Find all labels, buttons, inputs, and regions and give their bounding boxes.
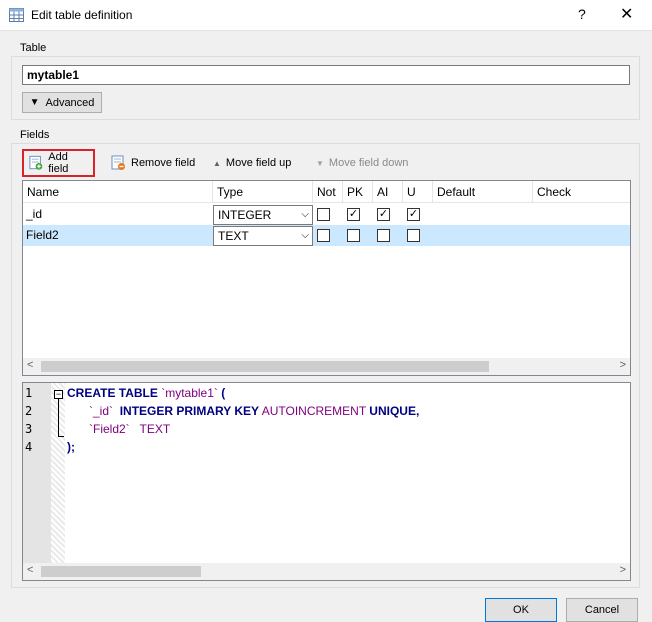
table-row[interactable]: Field2 TEXT ⌵: [23, 225, 630, 246]
scrollbar-thumb[interactable]: [41, 361, 489, 372]
title-bar: Edit table definition ? ✕: [0, 0, 652, 31]
pk-checkbox[interactable]: ✓: [347, 208, 360, 221]
scroll-left-icon[interactable]: <: [27, 564, 33, 576]
sql-type: TEXT: [139, 422, 171, 436]
scrollbar-thumb[interactable]: [41, 566, 201, 577]
arrow-down-icon: ▼: [316, 158, 324, 168]
sql-keyword: CREATE TABLE: [67, 386, 162, 400]
arrow-up-icon: ▲: [213, 158, 221, 168]
editor-horizontal-scrollbar[interactable]: < >: [23, 563, 630, 580]
sql-preview-editor[interactable]: 1 2 3 4 − CREATE TABLE `mytable1` ( `_id…: [22, 382, 631, 581]
column-header-default[interactable]: Default: [433, 181, 533, 203]
cancel-button[interactable]: Cancel: [566, 598, 638, 622]
column-header-check[interactable]: Check: [533, 181, 630, 203]
triangle-down-icon: ▼: [29, 97, 40, 108]
window-title: Edit table definition: [31, 8, 133, 22]
ok-button[interactable]: OK: [485, 598, 557, 622]
sql-identifier: `_id`: [89, 404, 114, 418]
sql-paren: (: [217, 386, 226, 400]
table-horizontal-scrollbar[interactable]: < >: [23, 358, 630, 375]
sql-line-1: CREATE TABLE `mytable1` (: [67, 386, 225, 400]
sql-comma: ,: [415, 404, 420, 418]
column-header-name[interactable]: Name: [23, 181, 213, 203]
add-field-button[interactable]: Add field: [22, 149, 95, 177]
fold-end-marker: [58, 436, 64, 437]
line-number: 3: [25, 422, 33, 436]
remove-field-label: Remove field: [131, 157, 196, 169]
line-number-gutter: 1 2 3 4: [23, 383, 51, 563]
fold-line: [58, 399, 59, 437]
move-field-up-label: Move field up: [225, 157, 292, 169]
chevron-down-icon: ⌵: [301, 230, 309, 241]
ai-checkbox[interactable]: ✓: [377, 208, 390, 221]
sql-keyword: AUTOINCREMENT: [261, 404, 366, 418]
field-type-value: TEXT: [218, 229, 249, 243]
not-null-checkbox[interactable]: [317, 208, 330, 221]
fields-table: Name Type Not PK AI U Default Check _id …: [22, 180, 631, 376]
scroll-left-icon[interactable]: <: [27, 359, 33, 371]
remove-field-icon: [111, 155, 125, 170]
column-header-type[interactable]: Type: [213, 181, 313, 203]
fold-collapse-icon[interactable]: −: [54, 390, 63, 399]
table-name-input[interactable]: mytable1: [22, 65, 630, 85]
sql-identifier: `Field2`: [89, 422, 130, 436]
close-button[interactable]: ✕: [620, 4, 633, 24]
sql-line-4: );: [67, 440, 75, 454]
sql-line-2: `_id` INTEGER PRIMARY KEY AUTOINCREMENT …: [89, 404, 419, 418]
pk-checkbox[interactable]: [347, 229, 360, 242]
scroll-right-icon[interactable]: >: [620, 564, 626, 576]
table-header: Name Type Not PK AI U Default Check: [23, 181, 630, 203]
sql-line-3: `Field2` TEXT: [89, 422, 170, 436]
field-name-cell[interactable]: Field2: [23, 225, 213, 246]
table-row[interactable]: _id INTEGER ⌵ ✓ ✓ ✓: [23, 204, 630, 225]
line-number: 4: [25, 440, 33, 454]
add-field-icon: [29, 155, 43, 170]
not-null-checkbox[interactable]: [317, 229, 330, 242]
table-group-label: Table: [20, 42, 47, 54]
field-type-select[interactable]: INTEGER ⌵: [213, 205, 313, 225]
line-number: 2: [25, 404, 33, 418]
field-name-cell[interactable]: _id: [23, 204, 213, 225]
column-header-pk[interactable]: PK: [343, 181, 373, 203]
ai-checkbox[interactable]: [377, 229, 390, 242]
move-field-up-button[interactable]: ▲ Move field up: [209, 151, 295, 175]
add-field-label: Add field: [48, 151, 69, 175]
table-icon: [9, 8, 24, 22]
move-field-down-label: Move field down: [328, 157, 409, 169]
sql-type: INTEGER PRIMARY KEY: [119, 404, 260, 418]
line-number: 1: [25, 386, 33, 400]
column-header-u[interactable]: U: [403, 181, 433, 203]
unique-checkbox[interactable]: ✓: [407, 208, 420, 221]
move-field-down-button[interactable]: ▼ Move field down: [312, 151, 412, 175]
sql-keyword: UNIQUE: [369, 404, 416, 418]
unique-checkbox[interactable]: [407, 229, 420, 242]
advanced-button[interactable]: ▼ Advanced: [22, 92, 102, 113]
advanced-label: Advanced: [45, 96, 95, 109]
scroll-right-icon[interactable]: >: [620, 359, 626, 371]
chevron-down-icon: ⌵: [301, 209, 309, 220]
field-type-value: INTEGER: [218, 208, 272, 222]
remove-field-button[interactable]: Remove field: [106, 151, 199, 175]
column-header-ai[interactable]: AI: [373, 181, 403, 203]
column-header-not[interactable]: Not: [313, 181, 343, 203]
help-button[interactable]: ?: [578, 6, 586, 22]
sql-identifier: `mytable1`: [161, 386, 218, 400]
field-type-select[interactable]: TEXT ⌵: [213, 226, 313, 246]
fields-group-label: Fields: [20, 129, 50, 141]
